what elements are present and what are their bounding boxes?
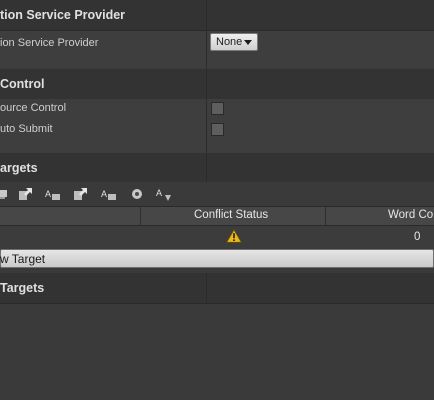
word-count-column[interactable]: Word Co: [388, 209, 433, 221]
count-words-icon[interactable]: A: [156, 186, 172, 202]
chevron-down-icon: [244, 40, 252, 45]
service-provider-label: ion Service Provider: [0, 37, 99, 49]
other-targets-title: Targets: [0, 281, 45, 295]
conflict-status-column[interactable]: Conflict Status: [194, 209, 268, 221]
use-source-control-checkbox[interactable]: [211, 102, 224, 115]
dropdown-value: None: [216, 36, 243, 48]
gather-icon[interactable]: [0, 186, 10, 202]
svg-text:A: A: [101, 189, 107, 199]
svg-text:A: A: [156, 188, 162, 198]
column-divider: [206, 69, 207, 99]
targets-table-header: Conflict Status Word Co: [0, 206, 434, 226]
service-provider-header[interactable]: tion Service Provider: [0, 0, 434, 31]
column-divider: [206, 153, 207, 183]
svg-text:A: A: [45, 189, 51, 199]
word-count-value: 0: [414, 231, 421, 243]
export-text-icon[interactable]: A: [101, 186, 117, 202]
import-text-icon[interactable]: [73, 186, 89, 202]
column-divider: [206, 31, 207, 68]
column-divider: [206, 99, 207, 153]
source-control-header[interactable]: Control: [0, 69, 434, 100]
compile-icon[interactable]: [129, 186, 145, 202]
column-divider: [206, 0, 207, 30]
auto-submit-checkbox[interactable]: [211, 123, 224, 136]
service-provider-title: tion Service Provider: [0, 8, 126, 22]
export-icon[interactable]: A: [45, 186, 61, 202]
column-divider: [206, 273, 207, 303]
service-provider-dropdown[interactable]: None: [210, 33, 258, 51]
add-new-target-label: w Target: [0, 252, 46, 266]
use-source-control-label: ource Control: [0, 102, 67, 114]
targets-header[interactable]: argets: [0, 153, 434, 184]
column-divider: [325, 207, 326, 225]
targets-toolbar: A A A: [0, 182, 434, 207]
other-targets-header[interactable]: Targets: [0, 273, 434, 304]
column-divider: [140, 207, 141, 225]
warning-icon: [226, 229, 242, 243]
auto-submit-label: uto Submit: [0, 123, 53, 135]
import-icon[interactable]: [18, 186, 34, 202]
targets-title: argets: [0, 161, 38, 175]
source-control-title: Control: [0, 77, 45, 91]
table-row[interactable]: 0: [0, 226, 434, 248]
add-new-target-button[interactable]: w Target: [0, 249, 434, 268]
